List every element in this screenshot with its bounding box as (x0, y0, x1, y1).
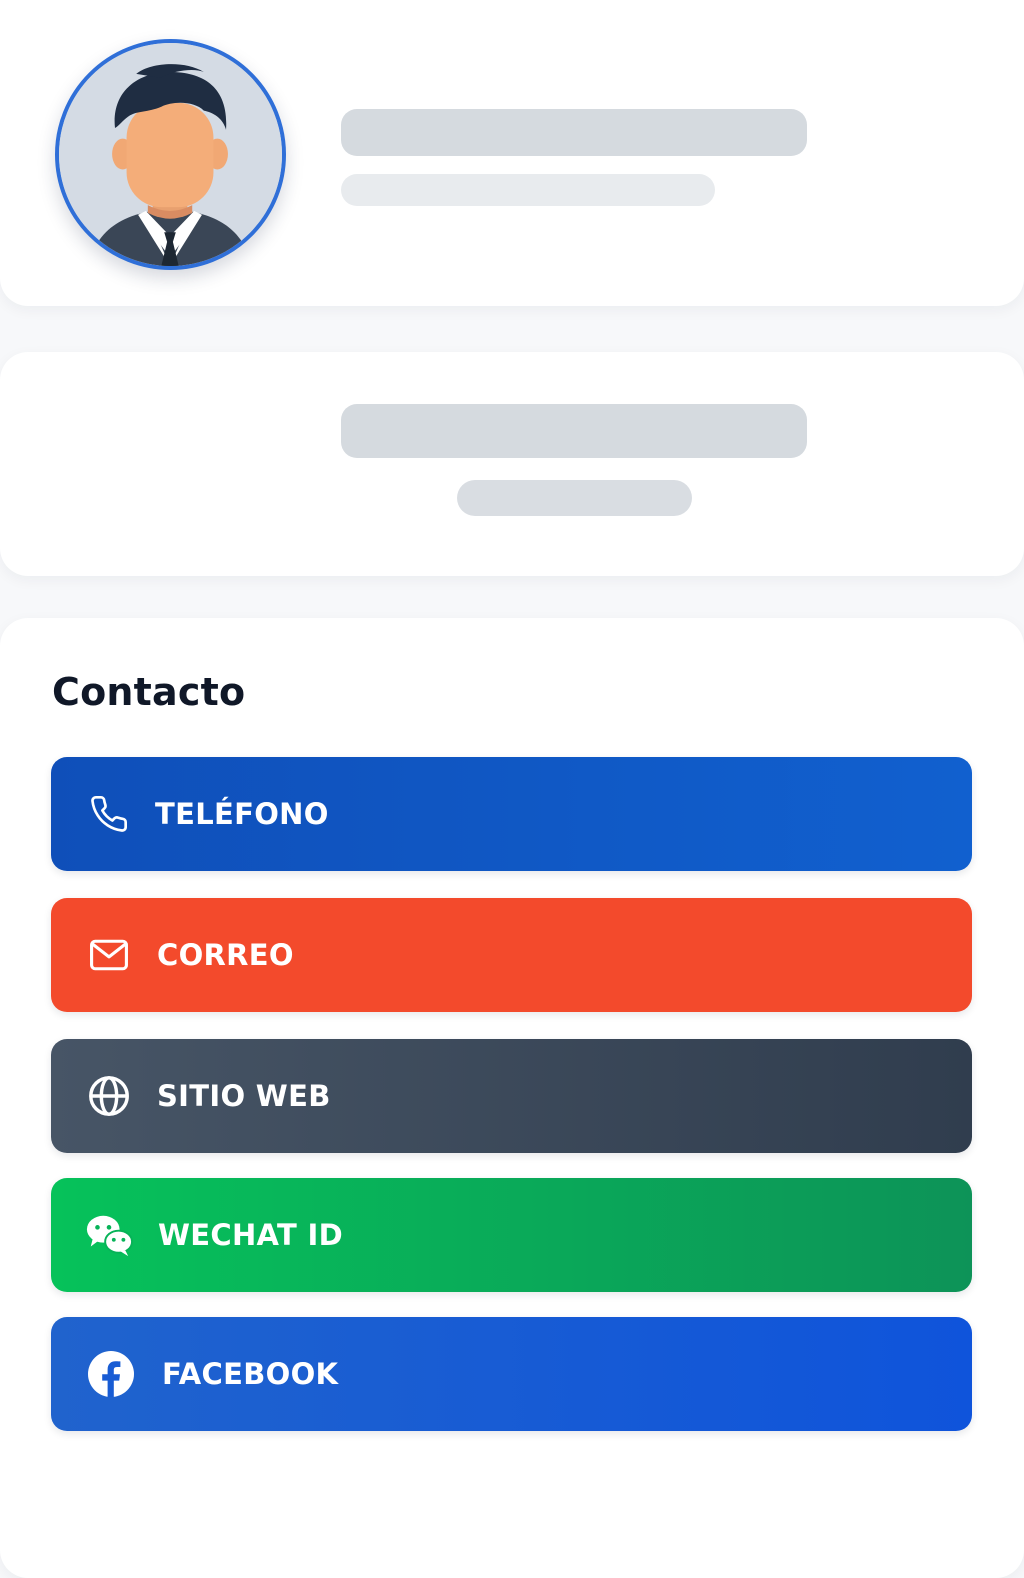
facebook-label: FACEBOOK (162, 1357, 339, 1391)
email-button[interactable]: CORREO (51, 898, 972, 1012)
contact-title: Contacto (52, 670, 246, 714)
contact-card: Contacto TELÉFONO CORREO SITIO WEB WECHA… (0, 618, 1024, 1578)
phone-button[interactable]: TELÉFONO (51, 757, 972, 871)
wechat-label: WECHAT ID (158, 1218, 343, 1252)
name-placeholder (341, 109, 807, 156)
facebook-icon (87, 1350, 135, 1398)
person-avatar-icon (59, 43, 282, 266)
website-label: SITIO WEB (157, 1079, 331, 1113)
info-subline-placeholder (457, 480, 692, 516)
avatar[interactable] (55, 39, 286, 270)
wechat-icon (85, 1211, 133, 1259)
subtitle-placeholder (341, 174, 715, 206)
phone-icon (85, 790, 133, 838)
mail-icon (85, 931, 133, 979)
website-button[interactable]: SITIO WEB (51, 1039, 972, 1153)
phone-label: TELÉFONO (155, 797, 329, 831)
globe-icon (85, 1072, 133, 1120)
profile-card (0, 0, 1024, 306)
wechat-button[interactable]: WECHAT ID (51, 1178, 972, 1292)
info-line-placeholder (341, 404, 807, 458)
info-card (0, 352, 1024, 576)
email-label: CORREO (157, 938, 294, 972)
facebook-button[interactable]: FACEBOOK (51, 1317, 972, 1431)
